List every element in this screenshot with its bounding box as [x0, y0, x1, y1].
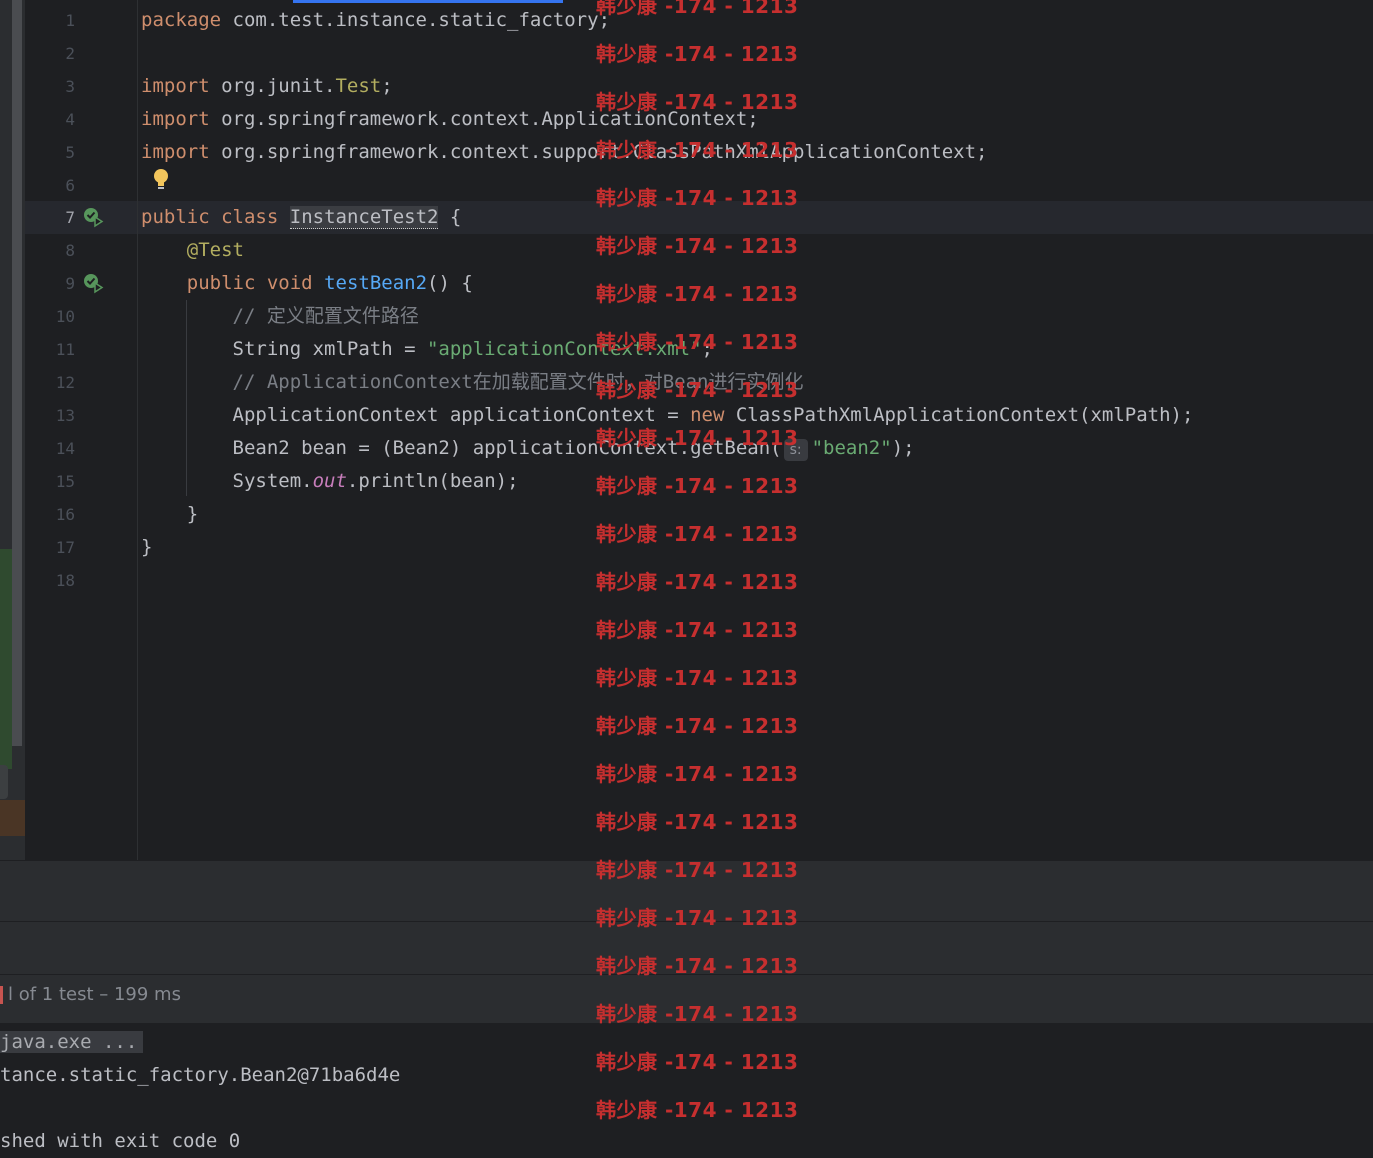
- project-tree-highlight: [0, 549, 12, 769]
- watermark-text: 韩少康 -174 - 1213: [596, 378, 799, 402]
- keyword: void: [266, 272, 313, 294]
- line-number: 1: [65, 11, 75, 30]
- watermark-text: 韩少康 -174 - 1213: [596, 234, 799, 258]
- static-field: out: [312, 470, 347, 492]
- code-line-17[interactable]: }: [141, 531, 152, 564]
- watermark-text: 韩少康 -174 - 1213: [596, 426, 799, 450]
- keyword: import: [141, 75, 210, 97]
- line-number: 16: [55, 505, 75, 524]
- watermark-text: 韩少康 -174 - 1213: [596, 1098, 799, 1122]
- line-number: 14: [55, 439, 75, 458]
- gutter-separator: [137, 0, 138, 860]
- watermark-text: 韩少康 -174 - 1213: [596, 1050, 799, 1074]
- line-number: 6: [65, 176, 75, 195]
- watermark-text: 韩少康 -174 - 1213: [596, 330, 799, 354]
- code-text: );: [891, 437, 915, 459]
- line-number: 10: [55, 307, 75, 326]
- watermark-text: 韩少康 -174 - 1213: [596, 522, 799, 546]
- method-name: testBean2: [324, 272, 428, 294]
- code-text: }: [186, 503, 199, 525]
- string-literal: "bean2": [811, 437, 892, 459]
- side-panel-handle[interactable]: [0, 765, 8, 799]
- watermark-text: 韩少康 -174 - 1213: [596, 954, 799, 978]
- watermark-text: 韩少康 -174 - 1213: [596, 1002, 799, 1026]
- annotation: @Test: [186, 239, 244, 261]
- watermark-text: 韩少康 -174 - 1213: [596, 618, 799, 642]
- code-text: String xmlPath =: [232, 338, 427, 360]
- code-line-7[interactable]: public class InstanceTest2 {: [141, 201, 461, 234]
- code-text: ;: [381, 75, 393, 97]
- line-number: 17: [55, 538, 75, 557]
- command-line[interactable]: java.exe ...: [0, 1031, 144, 1053]
- line-number: 18: [55, 571, 75, 590]
- run-test-icon[interactable]: [82, 272, 104, 294]
- code-line-1[interactable]: package com.test.instance.static_factory…: [141, 4, 610, 37]
- watermark-text: 韩少康 -174 - 1213: [596, 762, 799, 786]
- code-text: com.test.instance.static_factory;: [221, 9, 611, 31]
- side-panel-marker: [0, 800, 25, 836]
- watermark-text: 韩少康 -174 - 1213: [596, 90, 799, 114]
- watermark-text: 韩少康 -174 - 1213: [596, 666, 799, 690]
- class-ref: Test: [335, 75, 382, 97]
- watermark-text: 韩少康 -174 - 1213: [596, 906, 799, 930]
- code-line-5[interactable]: import org.springframework.context.suppo…: [141, 136, 988, 169]
- run-test-icon[interactable]: [82, 206, 104, 228]
- line-number: 13: [55, 406, 75, 425]
- keyword: public: [141, 206, 210, 228]
- code-line-8[interactable]: @Test: [141, 234, 244, 267]
- code-line-16[interactable]: }: [141, 498, 198, 531]
- status-marker: [0, 986, 3, 1004]
- line-number: 3: [65, 77, 75, 96]
- class-name[interactable]: InstanceTest2: [289, 206, 439, 229]
- watermark-text: 韩少康 -174 - 1213: [596, 42, 799, 66]
- watermark-text: 韩少康 -174 - 1213: [596, 282, 799, 306]
- test-result-text: l of 1 test – 199 ms: [8, 984, 181, 1005]
- code-line-9[interactable]: public void testBean2() {: [141, 267, 473, 300]
- code-text: {: [438, 206, 462, 228]
- console-line: shed with exit code 0: [0, 1130, 241, 1152]
- watermark-text: 韩少康 -174 - 1213: [596, 810, 799, 834]
- code-line-3[interactable]: import org.junit.Test;: [141, 70, 393, 103]
- keyword: import: [141, 141, 210, 163]
- vertical-scrollbar[interactable]: [12, 0, 22, 746]
- keyword: public: [186, 272, 256, 294]
- line-number: 2: [65, 44, 75, 63]
- active-editor-tab-indicator: [293, 0, 563, 3]
- line-number: 8: [65, 241, 75, 260]
- console-line: tance.static_factory.Bean2@71ba6d4e: [0, 1064, 401, 1086]
- line-number: 11: [55, 340, 75, 359]
- watermark-text: 韩少康 -174 - 1213: [596, 138, 799, 162]
- line-number: 4: [65, 110, 75, 129]
- watermark-text: 韩少康 -174 - 1213: [596, 570, 799, 594]
- lightbulb-icon[interactable]: [152, 168, 170, 192]
- watermark-text: 韩少康 -174 - 1213: [596, 714, 799, 738]
- code-text: System.: [232, 470, 313, 492]
- watermark-text: 韩少康 -174 - 1213: [596, 0, 799, 18]
- code-text: () {: [427, 272, 473, 294]
- keyword: import: [141, 108, 210, 130]
- code-text: }: [141, 536, 153, 558]
- comment: // 定义配置文件路径: [232, 305, 419, 327]
- line-number: 12: [55, 373, 75, 392]
- line-number: 15: [55, 472, 75, 491]
- code-line-14[interactable]: Bean2 bean = (Bean2) applicationContext.…: [141, 432, 915, 465]
- keyword: class: [221, 206, 279, 228]
- watermark-text: 韩少康 -174 - 1213: [596, 186, 799, 210]
- line-number-current: 7: [65, 208, 75, 227]
- watermark-text: 韩少康 -174 - 1213: [596, 858, 799, 882]
- console-line: java.exe ...: [0, 1026, 144, 1059]
- line-number: 5: [65, 143, 75, 162]
- watermark-text: 韩少康 -174 - 1213: [596, 474, 799, 498]
- code-line-10[interactable]: // 定义配置文件路径: [141, 300, 419, 333]
- code-text: org.junit.: [209, 75, 336, 97]
- line-number: 9: [65, 274, 75, 293]
- test-result-summary: l of 1 test – 199 ms: [0, 984, 181, 1005]
- keyword: package: [141, 9, 222, 31]
- code-line-15[interactable]: System.out.println(bean);: [141, 465, 519, 498]
- code-text: .println(bean);: [346, 470, 519, 492]
